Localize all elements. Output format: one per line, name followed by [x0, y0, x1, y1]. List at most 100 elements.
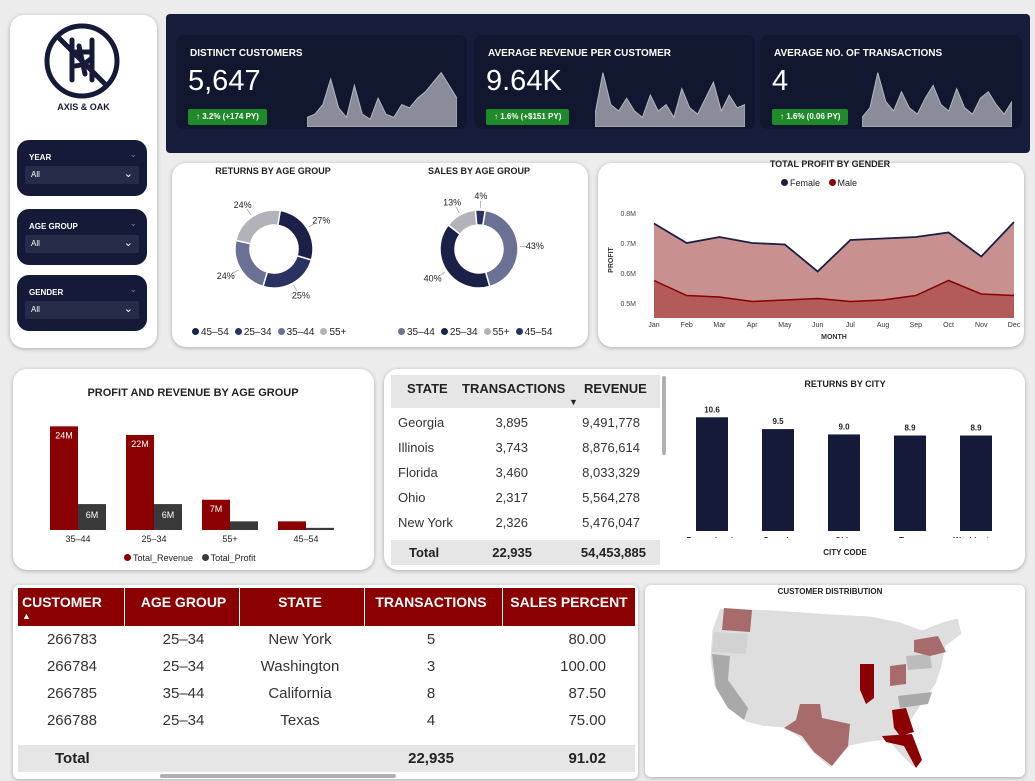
returns-by-city-title: RETURNS BY CITY — [804, 379, 886, 389]
total-cell: 91.02 — [568, 750, 606, 767]
city-bar — [894, 435, 926, 531]
table-cell: 4 — [426, 712, 436, 729]
y-tick-label: 0.7M — [620, 241, 636, 248]
returns-by-age-donut[interactable]: 27% 25% 24% 24% — [204, 180, 354, 320]
transactions-cell: 2,317 — [495, 490, 528, 505]
donut-leader-line — [455, 206, 460, 214]
year-filter-label: YEAR — [29, 153, 52, 162]
transactions-col-header[interactable]: TRANSACTIONS — [366, 594, 496, 610]
legend-label: 55+ — [492, 327, 510, 338]
profit-by-gender-area-chart[interactable]: 0.8M 0.7M 0.6M 0.5M Jan Feb Mar Apr May Jun Jul Aug… — [604, 190, 1022, 342]
donut-data-label: 25% — [292, 291, 310, 301]
table-row[interactable]: Illinois 3,743 8,876,614 — [391, 440, 660, 462]
state-washington — [722, 608, 752, 632]
kpi-value: 9.64K — [486, 65, 562, 97]
table-cell: 8 — [426, 685, 436, 702]
returns-by-age-title: RETURNS BY AGE GROUP — [215, 166, 331, 176]
customer-col-header[interactable]: CUSTOMER — [22, 594, 122, 610]
legend-dot — [277, 328, 285, 335]
brand-logo — [44, 23, 120, 99]
sparkline-area — [862, 72, 1012, 127]
table-cell: 5 — [426, 631, 436, 648]
donut-slice — [481, 209, 519, 288]
table-cell: 266784 — [46, 658, 98, 675]
category-label: 25–34 — [141, 534, 166, 544]
legend-label: 45–54 — [201, 327, 229, 338]
chevron-down-icon[interactable]: ⌄ — [129, 149, 137, 160]
donut-data-label: 24% — [234, 200, 252, 210]
table-row[interactable]: New York 2,326 5,476,047 — [391, 515, 660, 537]
state-table-scrollbar[interactable] — [662, 376, 666, 455]
transactions-cell: 2,326 — [495, 515, 528, 530]
kpi-card-avg-transactions: AVERAGE NO. OF TRANSACTIONS 4 ↑ 1.6% (0.… — [760, 35, 1022, 129]
profit-data-label: 6M — [86, 510, 99, 520]
gender-dropdown[interactable]: All ⌄ — [25, 301, 139, 319]
legend-revenue: Total_Revenue — [133, 553, 194, 563]
chevron-down-icon[interactable]: ⌄ — [129, 218, 137, 229]
table-row[interactable]: Georgia 3,895 9,491,778 — [391, 415, 660, 437]
donut-data-label: 27% — [312, 216, 330, 226]
table-row[interactable]: 266788 25–34 Texas 4 75.00 — [0, 712, 640, 734]
table-cell: 266788 — [46, 712, 98, 729]
donut-data-label: 43% — [526, 241, 544, 251]
gender-filter[interactable]: GENDER ⌄ All ⌄ — [17, 275, 147, 331]
age-group-col-header[interactable]: AGE GROUP — [126, 594, 241, 610]
sales-by-age-legend: 35–44 25–34 55+ 45–54 — [392, 327, 552, 338]
profit-revenue-title: PROFIT AND REVENUE BY AGE GROUP — [87, 387, 299, 399]
donut-data-label: 4% — [474, 191, 487, 201]
column-divider — [502, 588, 503, 626]
table-cell: 25–34 — [162, 631, 205, 648]
year-filter[interactable]: YEAR ⌄ All ⌄ — [17, 140, 147, 196]
donut-data-label: 40% — [424, 274, 442, 284]
state-pennsylvania — [906, 654, 932, 670]
profit-revenue-bar-chart[interactable]: 24M 6M 35–44 22M 6M 25–34 7M 55+ 45–54 — [40, 410, 350, 550]
sales-by-age-donut[interactable]: 43% 40% 13% 4% — [405, 180, 575, 320]
legend-dot — [398, 328, 405, 335]
revenue-legend-dot — [124, 554, 131, 561]
table-row[interactable]: 266785 35–44 California 8 87.50 — [0, 685, 640, 707]
kpi-value: 5,647 — [188, 65, 261, 97]
x-tick-label: Oct — [943, 322, 954, 329]
sort-asc-icon[interactable]: ▲ — [22, 611, 31, 621]
table-cell: California — [268, 685, 332, 702]
table-cell: New York — [268, 631, 332, 648]
kpi-title: DISTINCT CUSTOMERS — [190, 48, 303, 59]
sort-desc-icon[interactable]: ▼ — [569, 397, 578, 407]
state-total-transactions: 22,935 — [492, 545, 532, 560]
table-row[interactable]: Florida 3,460 8,033,329 — [391, 465, 660, 487]
kpi-value: 4 — [772, 65, 789, 97]
sparkline — [862, 72, 1012, 127]
us-customer-map[interactable] — [700, 600, 972, 774]
total-cell: Total — [55, 750, 90, 767]
category-label: 45–54 — [293, 534, 318, 544]
donut-slice — [276, 209, 314, 261]
city-bar — [762, 429, 794, 531]
sales-percent-col-header[interactable]: SALES PERCENT — [504, 594, 634, 610]
revenue-cell: 8,033,329 — [582, 465, 640, 480]
transactions-col-header[interactable]: TRANSACTIONS — [462, 381, 565, 396]
chevron-down-icon[interactable]: ⌄ — [129, 284, 137, 295]
category-label: 55+ — [222, 534, 237, 544]
revenue-col-header[interactable]: REVENUE — [584, 381, 647, 396]
city-label: Texas — [899, 536, 922, 538]
year-dropdown[interactable]: All ⌄ — [25, 166, 139, 184]
legend-label: 45–54 — [524, 327, 553, 338]
city-label: Pennsylvania — [686, 536, 738, 538]
table-row[interactable]: 266783 25–34 New York 5 80.00 — [0, 631, 640, 653]
legend-dot — [320, 328, 328, 335]
table-row[interactable]: 266784 25–34 Washington 3 100.00 — [0, 658, 640, 680]
age-group-filter[interactable]: AGE GROUP ⌄ All ⌄ — [17, 209, 147, 265]
y-tick-label: 0.8M — [620, 211, 636, 218]
returns-by-city-bar-chart[interactable]: 10.6 Pennsylvania 9.5 Georgia 9.0 Ohio 8.9 Texa… — [672, 393, 1022, 538]
state-cell: Georgia — [398, 415, 445, 430]
age-group-dropdown[interactable]: All ⌄ — [25, 235, 139, 253]
legend-label: 35–44 — [407, 327, 435, 338]
legend-male: Male — [837, 178, 858, 188]
state-col-header[interactable]: STATE — [241, 594, 359, 610]
state-oregon — [712, 632, 748, 654]
customer-table-hscroll[interactable] — [160, 774, 396, 778]
sales-by-age-title: SALES BY AGE GROUP — [427, 166, 531, 176]
table-row[interactable]: Ohio 2,317 5,564,278 — [391, 490, 660, 512]
table-cell: 75.00 — [568, 712, 606, 729]
state-col-header[interactable]: STATE — [407, 381, 448, 396]
